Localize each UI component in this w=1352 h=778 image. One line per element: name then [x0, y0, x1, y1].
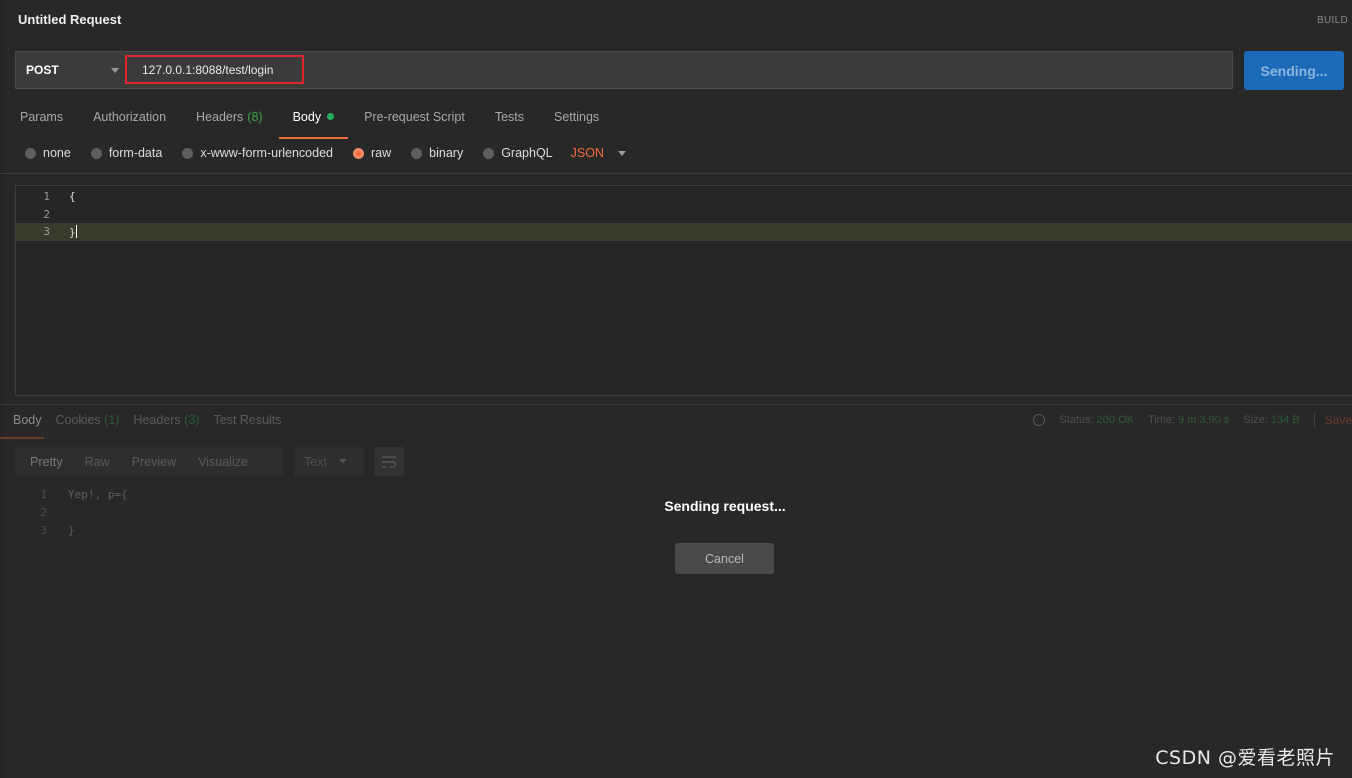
time-label: Time:: [1147, 414, 1176, 426]
body-editor[interactable]: 1 { 2 3 }: [15, 185, 1352, 396]
build-label[interactable]: BUILD: [1317, 15, 1348, 26]
radio-circle[interactable]: [182, 147, 194, 159]
tab-authorization[interactable]: Authorization: [93, 104, 166, 136]
response-status-bar: Status: 200 OK Time: 9 m 3.90 s Size: 134 B…: [1033, 413, 1352, 427]
divider: [0, 173, 1352, 174]
radio-raw[interactable]: raw: [353, 146, 391, 160]
size-label: Size:: [1243, 414, 1268, 426]
tab-label: Params: [20, 110, 64, 124]
tab-settings[interactable]: Settings: [554, 104, 599, 136]
line-code-wrapper: }: [69, 225, 77, 239]
line-code: }: [69, 226, 76, 239]
radio-circle[interactable]: [483, 147, 495, 159]
text-cursor: [75, 225, 77, 238]
body-type-options: none form-data x-www-form-urlencoded raw…: [25, 146, 626, 160]
radio-label: GraphQL: [501, 146, 553, 160]
cancel-button[interactable]: Cancel: [675, 543, 774, 574]
editor-line-active: 3 }: [16, 223, 1352, 241]
view-raw[interactable]: Raw: [85, 455, 110, 469]
response-tabs: Body Cookies (1) Headers (3) Test Result…: [0, 413, 282, 439]
tab-label: Headers: [133, 413, 181, 427]
line-number: 3: [43, 225, 50, 238]
headers-count: (8): [247, 110, 263, 124]
tab-tests[interactable]: Tests: [495, 104, 524, 136]
format-label: Text: [304, 454, 327, 469]
response-divider[interactable]: [0, 404, 1352, 405]
raw-format-select[interactable]: JSON: [571, 146, 604, 160]
response-tab-test-results[interactable]: Test Results: [213, 413, 281, 427]
method-select[interactable]: POST: [16, 52, 124, 88]
response-headers-count: (3): [184, 413, 200, 427]
view-visualize[interactable]: Visualize: [198, 455, 248, 469]
tab-label: Headers: [196, 110, 244, 124]
watermark: CSDN @爱看老照片: [1155, 747, 1335, 769]
status-value: 200 OK: [1096, 414, 1134, 426]
line-number: 2: [43, 208, 50, 221]
radio-graphql[interactable]: GraphQL: [483, 146, 553, 160]
radio-circle[interactable]: [25, 147, 36, 159]
tab-pre-request-script[interactable]: Pre-request Script: [364, 104, 465, 136]
tab-label: Test Results: [213, 413, 282, 427]
send-button[interactable]: Sending...: [1244, 51, 1344, 90]
radio-x-www-form-urlencoded[interactable]: x-www-form-urlencoded: [182, 146, 333, 160]
line-number: 1: [43, 190, 50, 203]
tab-params[interactable]: Params: [20, 104, 63, 136]
radio-label: none: [43, 146, 71, 160]
line-number: 3: [40, 524, 47, 537]
chevron-down-icon: [338, 459, 347, 464]
cookies-count: (1): [104, 413, 120, 427]
radio-label: x-www-form-urlencoded: [200, 146, 333, 160]
wrap-lines-icon: [382, 455, 397, 468]
radio-form-data[interactable]: form-data: [90, 146, 163, 160]
request-title: Untitled Request: [18, 12, 122, 27]
response-line: 3}: [15, 524, 415, 542]
body-indicator-dot: [327, 113, 335, 120]
url-highlight-box: [125, 55, 304, 84]
radio-binary[interactable]: binary: [411, 146, 463, 160]
radio-label: form-data: [108, 146, 163, 160]
time-value: 9 m 3.90 s: [1178, 414, 1230, 426]
wrap-lines-button[interactable]: [374, 447, 404, 476]
size-value: 134 B: [1270, 414, 1300, 426]
tab-label: Body: [13, 413, 42, 427]
view-preview[interactable]: Preview: [132, 455, 176, 469]
radio-label: binary: [429, 146, 464, 160]
editor-line: 2: [16, 206, 1352, 224]
tab-label: Settings: [554, 110, 600, 124]
method-label: POST: [26, 63, 59, 77]
status-label: Status:: [1059, 414, 1094, 426]
response-body: 1 Yep!, p={ 2 3}: [15, 488, 415, 542]
tab-label: Tests: [494, 110, 524, 124]
chevron-down-icon[interactable]: [111, 68, 119, 73]
radio-label: raw: [371, 146, 392, 160]
chevron-down-icon[interactable]: [617, 150, 626, 156]
tab-label: Pre-request Script: [364, 110, 465, 124]
response-format-select[interactable]: Text: [294, 447, 364, 476]
view-pretty[interactable]: Pretty: [30, 455, 63, 469]
tab-body[interactable]: Body: [278, 104, 348, 139]
line-code: }: [68, 524, 75, 537]
save-response-button[interactable]: Save: [1313, 413, 1352, 427]
radio-none[interactable]: none: [25, 146, 71, 160]
globe-icon[interactable]: [1033, 414, 1046, 426]
response-tab-cookies[interactable]: Cookies (1): [56, 413, 120, 427]
tab-label: Authorization: [93, 110, 167, 124]
response-view-modes: Pretty Raw Preview Visualize: [15, 447, 283, 476]
request-tabs: Params Authorization Headers (8) Body Pre…: [0, 104, 609, 139]
sending-message: Sending request...: [664, 498, 786, 514]
radio-circle[interactable]: [90, 147, 102, 159]
tab-label: Body: [292, 110, 322, 124]
radio-circle[interactable]: [411, 147, 423, 159]
response-tab-headers[interactable]: Headers (3): [133, 413, 199, 427]
response-tab-body[interactable]: Body: [0, 413, 43, 439]
line-code: {: [69, 190, 76, 203]
tab-label: Cookies: [55, 413, 101, 427]
radio-circle-selected[interactable]: [353, 147, 364, 159]
editor-line: 1 {: [16, 188, 1352, 206]
tab-headers[interactable]: Headers (8): [196, 104, 263, 136]
